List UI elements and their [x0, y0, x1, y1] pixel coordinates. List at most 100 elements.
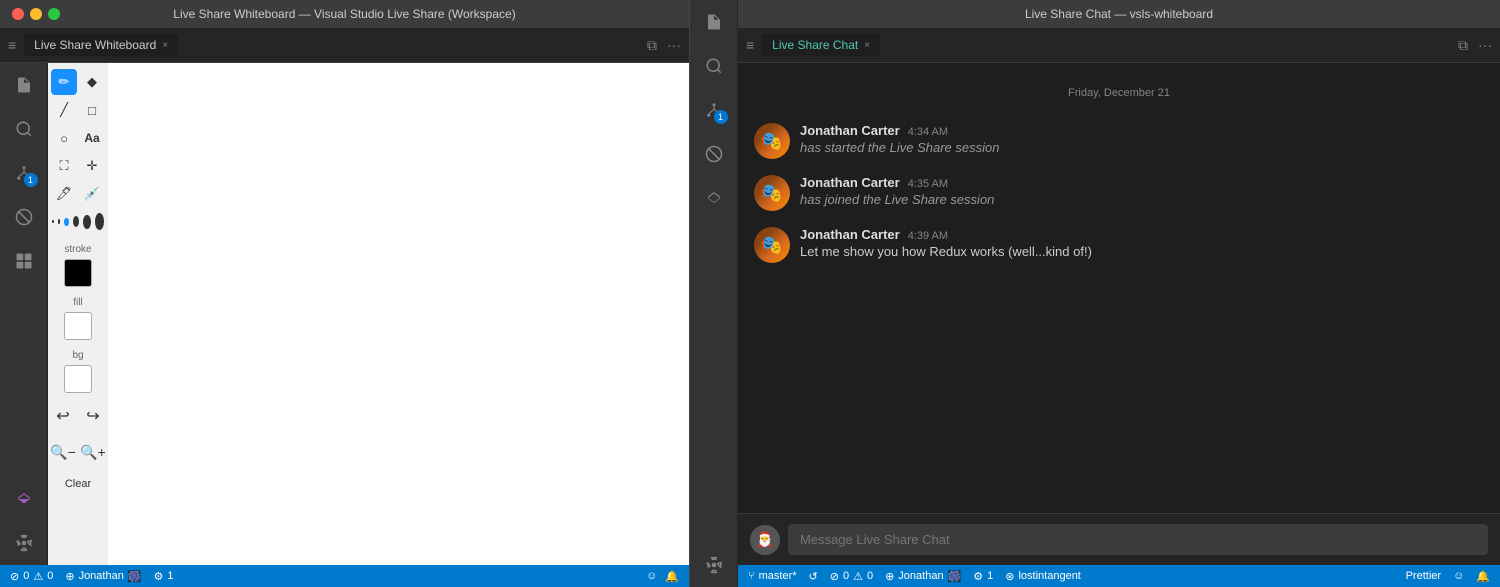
stroke-xs[interactable] [52, 220, 54, 223]
fill-color-swatch[interactable] [64, 312, 92, 340]
status-guests: ⚙ 1 [154, 570, 174, 583]
right-status-repo: ⊛ lostintangent [1005, 570, 1081, 583]
right-guests-count: 1 [987, 570, 993, 582]
left-content: 1 ✏ ◆ ╱ □ [0, 63, 689, 565]
line-tool[interactable]: ╱ [51, 97, 77, 123]
zoom-in-button[interactable]: 🔍+ [80, 439, 106, 465]
chat-input-area: 🎅 [738, 513, 1500, 565]
chat-tab[interactable]: Live Share Chat × [762, 34, 880, 56]
tool-row-3: ○ Aa [51, 125, 105, 151]
right-files-icon[interactable] [700, 8, 728, 36]
message-1: 🎭 Jonathan Carter 4:34 AM has started th… [754, 123, 1484, 159]
freehand-tool[interactable]: 🖊 [51, 181, 77, 207]
stroke-sm[interactable] [58, 219, 61, 224]
split-editor-icon[interactable]: ⧉ [647, 37, 657, 54]
prettier-label[interactable]: Prettier [1406, 570, 1441, 582]
right-settings-icon[interactable] [700, 551, 728, 579]
chat-input[interactable] [788, 524, 1488, 555]
smiley-icon[interactable]: ☺ [646, 570, 657, 583]
liveshare-status-icon: ⊕ [65, 570, 74, 583]
right-status-guests: ⚙ 1 [973, 570, 993, 583]
redo-button[interactable]: ↪ [80, 403, 106, 429]
right-split-editor-icon[interactable]: ⧉ [1458, 37, 1468, 54]
stroke-xl[interactable] [83, 215, 91, 229]
whiteboard-tab[interactable]: Live Share Whiteboard × [24, 34, 178, 56]
right-git-icon[interactable]: 1 [700, 96, 728, 124]
minimize-button[interactable] [30, 8, 42, 20]
right-tab-bar: ≡ Live Share Chat × ⧉ ··· [738, 28, 1500, 63]
tool-row-2: ╱ □ [51, 97, 105, 123]
stroke-color-swatch[interactable] [64, 259, 92, 287]
right-status-sync[interactable]: ↺ [809, 570, 818, 583]
right-more-actions-icon[interactable]: ··· [1478, 37, 1492, 54]
vs-sidebar: 1 [0, 63, 48, 565]
maximize-button[interactable] [48, 8, 60, 20]
msg-time-2: 4:35 AM [908, 178, 948, 190]
right-status-branch[interactable]: ⑂ master* [748, 570, 797, 582]
branch-icon: ⑂ [748, 570, 755, 582]
right-liveshare-icon[interactable] [700, 184, 728, 212]
whiteboard-canvas[interactable] [108, 63, 689, 565]
right-bell-icon[interactable]: 🔔 [1476, 570, 1490, 583]
text-tool[interactable]: Aa [79, 125, 105, 151]
msg-header-3: Jonathan Carter 4:39 AM [800, 227, 1484, 242]
status-user-emoji: 🎆 [128, 570, 142, 583]
chat-tab-close[interactable]: × [864, 40, 870, 51]
stroke-xxl[interactable] [95, 213, 104, 230]
close-button[interactable] [12, 8, 24, 20]
right-git-badge: 1 [714, 110, 728, 124]
sidebar-git-icon[interactable]: 1 [10, 159, 38, 187]
sidebar-settings-icon[interactable] [10, 529, 38, 557]
bg-label: bg [72, 350, 83, 361]
zoom-out-button[interactable]: 🔍− [50, 439, 76, 465]
diamond-tool[interactable]: ◆ [79, 69, 105, 95]
right-search-icon[interactable] [700, 52, 728, 80]
right-smiley-icon[interactable]: ☺ [1453, 570, 1464, 582]
rect-tool[interactable]: □ [79, 97, 105, 123]
warning-icon: ⚠ [33, 570, 43, 583]
message-3: 🎭 Jonathan Carter 4:39 AM Let me show yo… [754, 227, 1484, 263]
more-actions-icon[interactable]: ··· [667, 37, 681, 54]
tool-row-4: ⛶ ✛ [51, 153, 105, 179]
sidebar-debug-icon[interactable] [10, 203, 38, 231]
avatar-2: 🎭 [754, 175, 790, 211]
bell-icon[interactable]: 🔔 [665, 570, 679, 583]
clear-button[interactable]: Clear [52, 471, 104, 497]
left-window-title: Live Share Whiteboard — Visual Studio Li… [173, 7, 515, 21]
right-panel: 1 Live Share Chat — vsls-whiteboard ≡ Li… [690, 0, 1500, 587]
titlebar-buttons [12, 8, 60, 20]
right-titlebar: Live Share Chat — vsls-whiteboard [738, 0, 1500, 28]
tools-panel: ✏ ◆ ╱ □ ○ Aa ⛶ ✛ 🖊 💉 [48, 63, 108, 565]
msg-text-2: has joined the Live Share session [800, 192, 1484, 207]
status-errors: ⊘ 0 ⚠ 0 [10, 570, 53, 583]
sidebar-search-icon[interactable] [10, 115, 38, 143]
circle-tool[interactable]: ○ [51, 125, 77, 151]
undo-redo-row: ↩ ↪ [50, 403, 106, 429]
sidebar-files-icon[interactable] [10, 71, 38, 99]
msg-author-1: Jonathan Carter [800, 123, 900, 138]
sidebar-liveshare-icon[interactable] [10, 485, 38, 513]
undo-button[interactable]: ↩ [50, 403, 76, 429]
left-titlebar: Live Share Whiteboard — Visual Studio Li… [0, 0, 689, 28]
stroke-lg[interactable] [73, 216, 79, 227]
bg-color-swatch[interactable] [64, 365, 92, 393]
stroke-md[interactable] [64, 218, 68, 226]
status-right-icons: ☺ 🔔 [646, 570, 679, 583]
right-sidebar: 1 [690, 0, 738, 587]
repo-name: lostintangent [1018, 570, 1080, 582]
msg-author-3: Jonathan Carter [800, 227, 900, 242]
select-tool[interactable]: ⛶ [51, 153, 77, 179]
sidebar-extensions-icon[interactable] [10, 247, 38, 275]
stroke-sizes [52, 209, 104, 234]
move-tool[interactable]: ✛ [79, 153, 105, 179]
status-user-left: ⊕ Jonathan 🎆 [65, 570, 141, 583]
pencil-tool[interactable]: ✏ [51, 69, 77, 95]
warning-count: 0 [47, 570, 53, 582]
right-statusbar: ⑂ master* ↺ ⊘ 0 ⚠ 0 ⊕ Jonathan 🎆 ⚙ 1 [738, 565, 1500, 587]
branch-name: master* [759, 570, 797, 582]
right-debug-icon[interactable] [700, 140, 728, 168]
eyedropper-tool[interactable]: 💉 [79, 181, 105, 207]
right-tab-icons-right: ⧉ ··· [1458, 37, 1492, 54]
whiteboard-tab-close[interactable]: × [162, 40, 168, 51]
guests-icon: ⚙ [154, 570, 164, 583]
